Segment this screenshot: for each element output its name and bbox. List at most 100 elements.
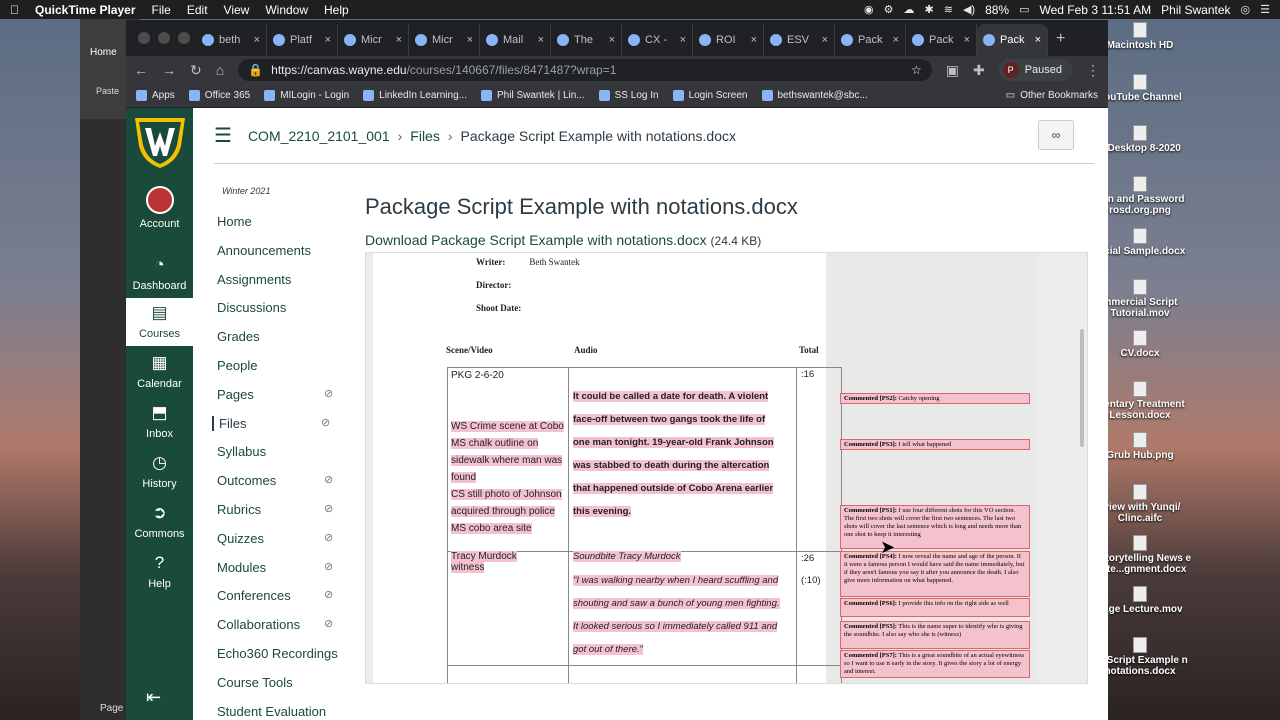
browser-tab[interactable]: Pack × xyxy=(977,24,1048,56)
home-icon[interactable]: ⌂ xyxy=(216,62,224,78)
hidden-eye-icon[interactable]: ⊘ xyxy=(324,473,333,486)
comment-bubble[interactable]: Commented [PS1]: I use four different sh… xyxy=(840,505,1030,549)
browser-tab[interactable]: beth × xyxy=(196,24,267,56)
hidden-eye-icon[interactable]: ⊘ xyxy=(324,617,333,630)
comment-bubble[interactable]: Commented [PS4]: I now reveal the name a… xyxy=(840,551,1030,597)
battery-icon[interactable]: ▭ xyxy=(1019,3,1029,16)
tab-close-icon[interactable]: × xyxy=(609,34,615,46)
collapse-nav-icon[interactable]: ⇤ xyxy=(146,687,161,708)
global-nav-courses[interactable]: ▤ Courses xyxy=(126,298,193,346)
reload-icon[interactable]: ↻ xyxy=(190,62,202,79)
browser-tab[interactable]: Micr × xyxy=(409,24,480,56)
apple-icon[interactable]:  xyxy=(10,3,19,17)
tab-close-icon[interactable]: × xyxy=(325,34,331,46)
global-nav-commons[interactable]: ➲ Commons xyxy=(126,498,193,546)
browser-tab[interactable]: ROI × xyxy=(693,24,764,56)
hidden-eye-icon[interactable]: ⊘ xyxy=(321,416,330,429)
course-nav-rubrics[interactable]: Rubrics ⊘ xyxy=(217,502,333,517)
bookmark-item[interactable]: Phil Swantek | Lin... xyxy=(480,90,585,101)
immersive-reader-glasses-icon[interactable]: ∞ xyxy=(1038,120,1074,150)
course-nav-course-tools[interactable]: Course Tools xyxy=(217,675,293,690)
bookmark-star-icon[interactable]: ☆ xyxy=(911,63,922,77)
menu-view[interactable]: View xyxy=(224,3,250,17)
menu-edit[interactable]: Edit xyxy=(187,3,208,17)
hidden-eye-icon[interactable]: ⊘ xyxy=(324,387,333,400)
browser-tab[interactable]: CX - × xyxy=(622,24,693,56)
tab-close-icon[interactable]: × xyxy=(467,34,473,46)
tab-close-icon[interactable]: × xyxy=(822,34,828,46)
tab-close-icon[interactable]: × xyxy=(396,34,402,46)
zoom-window-button[interactable] xyxy=(178,32,190,44)
bluetooth-icon[interactable]: ✱ xyxy=(925,3,934,16)
tab-close-icon[interactable]: × xyxy=(964,34,970,46)
course-nav-syllabus[interactable]: Syllabus xyxy=(217,444,266,459)
bookmark-item[interactable]: Login Screen xyxy=(672,90,748,101)
course-nav-modules[interactable]: Modules ⊘ xyxy=(217,560,333,575)
hidden-eye-icon[interactable]: ⊘ xyxy=(324,560,333,573)
tab-close-icon[interactable]: × xyxy=(751,34,757,46)
menu-dots-icon[interactable]: ⋮ xyxy=(1086,62,1100,79)
course-nav-collaborations[interactable]: Collaborations ⊘ xyxy=(217,617,333,632)
back-icon[interactable]: ← xyxy=(134,62,148,78)
forward-icon[interactable]: → xyxy=(162,62,176,78)
battery-percent[interactable]: 88% xyxy=(985,3,1009,17)
volume-icon[interactable]: ◀) xyxy=(963,3,975,16)
global-nav-account[interactable]: Account xyxy=(126,182,193,230)
tab-close-icon[interactable]: × xyxy=(538,34,544,46)
comment-bubble[interactable]: Commented [PS5]: This is the name super … xyxy=(840,621,1030,649)
global-nav-calendar[interactable]: ▦ Calendar xyxy=(126,348,193,396)
menu-app-name[interactable]: QuickTime Player xyxy=(35,3,136,17)
record-icon[interactable]: ◉ xyxy=(864,3,874,16)
hamburger-menu-icon[interactable]: ☰ xyxy=(214,123,232,148)
viewer-scrollbar[interactable] xyxy=(1080,329,1084,447)
status-icon[interactable]: ⚙ xyxy=(884,3,894,16)
browser-tab[interactable]: Mail × xyxy=(480,24,551,56)
comment-bubble[interactable]: Commented [PS3]: I tell what happened xyxy=(840,439,1030,450)
puzzle-icon[interactable]: ✚ xyxy=(973,62,985,79)
cloud-icon[interactable]: ☁ xyxy=(904,3,915,16)
global-nav-dashboard[interactable]: ◔ Dashboard xyxy=(126,250,193,298)
course-nav-assignments[interactable]: Assignments xyxy=(217,272,291,287)
new-tab-button[interactable]: + xyxy=(1056,30,1065,48)
browser-tab[interactable]: Pack × xyxy=(906,24,977,56)
course-nav-outcomes[interactable]: Outcomes ⊘ xyxy=(217,473,333,488)
global-nav-history[interactable]: ◷ History xyxy=(126,448,193,496)
course-nav-quizzes[interactable]: Quizzes ⊘ xyxy=(217,531,333,546)
comment-bubble[interactable]: Commented [PS7]: This is a great soundbi… xyxy=(840,650,1030,678)
minimize-window-button[interactable] xyxy=(158,32,170,44)
tab-close-icon[interactable]: × xyxy=(1035,34,1041,46)
course-nav-files[interactable]: Files ⊘ xyxy=(212,415,330,431)
tab-close-icon[interactable]: × xyxy=(254,34,260,46)
profile-button[interactable]: P Paused xyxy=(998,59,1072,81)
hidden-eye-icon[interactable]: ⊘ xyxy=(324,502,333,515)
other-bookmarks[interactable]: ▭ Other Bookmarks xyxy=(1006,90,1098,101)
bookmark-item[interactable]: SS Log In xyxy=(598,90,659,101)
menu-window[interactable]: Window xyxy=(265,3,308,17)
course-nav-conferences[interactable]: Conferences ⊘ xyxy=(217,588,333,603)
course-nav-student-evaluation[interactable]: Student Evaluation xyxy=(217,704,326,719)
extension-icon[interactable]: ▣ xyxy=(946,62,959,79)
wayne-state-logo[interactable] xyxy=(131,114,189,170)
browser-tab[interactable]: Micr × xyxy=(338,24,409,56)
course-nav-grades[interactable]: Grades xyxy=(217,329,260,344)
browser-tab[interactable]: Pack × xyxy=(835,24,906,56)
tab-close-icon[interactable]: × xyxy=(893,34,899,46)
close-window-button[interactable] xyxy=(138,32,150,44)
course-nav-home[interactable]: Home xyxy=(217,214,252,229)
global-nav-inbox[interactable]: ⬒ Inbox xyxy=(126,398,193,446)
tab-close-icon[interactable]: × xyxy=(680,34,686,46)
hidden-eye-icon[interactable]: ⊘ xyxy=(324,531,333,544)
breadcrumb-files[interactable]: Files xyxy=(410,128,440,144)
course-nav-pages[interactable]: Pages ⊘ xyxy=(217,387,333,402)
comment-bubble[interactable]: Commented [PS2]: Catchy opening xyxy=(840,393,1030,404)
menubar-user[interactable]: Phil Swantek xyxy=(1161,3,1230,17)
hidden-eye-icon[interactable]: ⊘ xyxy=(324,588,333,601)
course-nav-discussions[interactable]: Discussions xyxy=(217,300,286,315)
bookmark-item[interactable]: Office 365 xyxy=(188,90,250,101)
address-bar[interactable]: 🔒 https://canvas.wayne.edu/courses/14066… xyxy=(238,59,932,81)
bookmark-item[interactable]: Apps xyxy=(136,90,175,101)
browser-tab[interactable]: Platf × xyxy=(267,24,338,56)
bookmark-item[interactable]: MILogin - Login xyxy=(264,90,349,101)
global-nav-help[interactable]: ? Help xyxy=(126,548,193,596)
bookmark-item[interactable]: LinkedIn Learning... xyxy=(363,90,467,101)
